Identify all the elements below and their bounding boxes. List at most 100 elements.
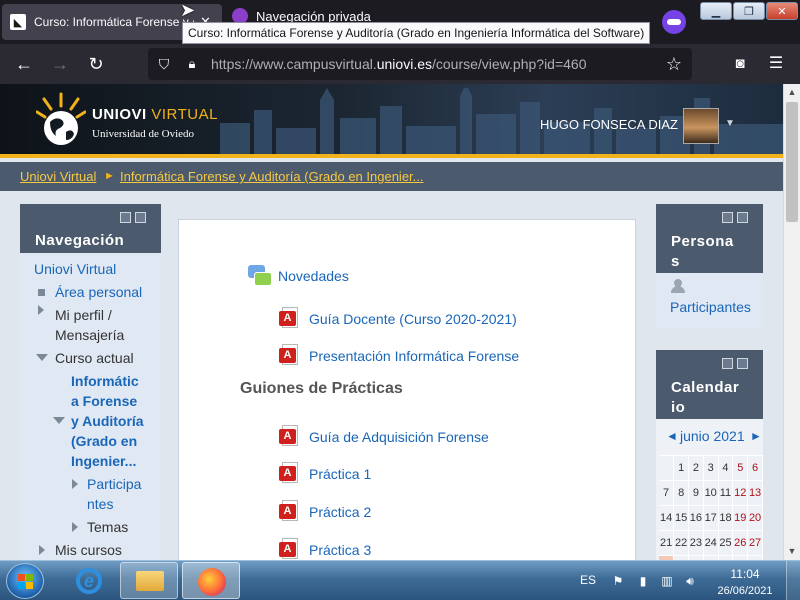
collapse-block-icon[interactable] <box>737 358 748 369</box>
calendar-day[interactable]: 18 <box>718 505 734 531</box>
calendar-day[interactable]: 23 <box>688 530 704 556</box>
calendar-day[interactable]: 20 <box>747 505 763 531</box>
resource-label[interactable]: Presentación Informática Forense <box>309 348 519 364</box>
calendar-day[interactable]: 6 <box>747 455 763 481</box>
calendar-day[interactable]: 3 <box>703 455 719 481</box>
resource-row[interactable]: A Práctica 2 <box>279 500 371 524</box>
site-logo-title[interactable]: UNIOVI VIRTUAL <box>92 106 218 123</box>
forward-arrow-icon[interactable]: → <box>48 52 72 76</box>
nav-item-curso-actual[interactable]: Curso actual <box>55 348 134 368</box>
battery-icon[interactable]: ▮ <box>636 574 650 588</box>
breadcrumb-course-link[interactable]: Informática Forense y Auditoría (Grado e… <box>120 169 424 184</box>
volume-icon[interactable]: 🔊︎ <box>683 574 697 588</box>
calendar-next-month-icon[interactable]: ► <box>750 429 762 443</box>
nav-item-mis-cursos[interactable]: Mis cursos <box>55 540 122 560</box>
resource-label[interactable]: Práctica 1 <box>309 466 371 482</box>
activity-news-forum[interactable]: Novedades <box>248 265 349 287</box>
calendar-day[interactable]: 22 <box>673 530 690 556</box>
collapse-block-icon[interactable] <box>737 212 748 223</box>
calendar-day[interactable]: 11 <box>718 480 734 506</box>
address-bar[interactable]: ⛉ 🔒︎ https://www.campusvirtual.uniovi.es… <box>148 48 692 80</box>
calendar-day[interactable]: 2 <box>688 455 704 481</box>
calendar-prev-month-icon[interactable]: ◄ <box>666 429 678 443</box>
dock-block-icon[interactable] <box>722 358 733 369</box>
expand-arrow-icon[interactable] <box>72 522 78 532</box>
url-text[interactable]: https://www.campusvirtual.uniovi.es/cour… <box>211 56 587 72</box>
nav-item-perfil-line1[interactable]: Mi perfil / <box>55 305 112 325</box>
calendar-day[interactable]: 24 <box>703 530 719 556</box>
reload-icon[interactable]: ↻ <box>84 52 108 76</box>
calendar-day[interactable]: 15 <box>673 505 690 531</box>
resource-row[interactable]: A Presentación Informática Forense <box>279 344 519 368</box>
taskbar-file-explorer[interactable] <box>120 562 178 599</box>
start-button[interactable] <box>6 563 44 599</box>
taskbar-internet-explorer[interactable]: e <box>60 562 118 599</box>
expand-arrow-icon[interactable] <box>72 479 78 489</box>
calendar-month-link[interactable]: junio 2021 <box>680 428 745 444</box>
calendar-day[interactable]: 25 <box>718 530 734 556</box>
show-desktop-button[interactable] <box>786 561 800 600</box>
resource-row[interactable]: A Práctica 1 <box>279 462 371 486</box>
calendar-day[interactable]: 26 <box>732 530 749 556</box>
calendar-day[interactable]: 5 <box>732 455 749 481</box>
resource-row[interactable]: A Práctica 3 <box>279 538 371 560</box>
dock-block-icon[interactable] <box>722 212 733 223</box>
calendar-day[interactable]: 8 <box>673 480 690 506</box>
nav-item-course-line4[interactable]: (Grado en <box>71 431 137 451</box>
action-center-flag-icon[interactable]: ⚑ <box>611 574 625 588</box>
minimize-button[interactable]: ▁ <box>700 2 732 20</box>
network-icon[interactable]: ▥ <box>660 574 674 588</box>
calendar-day[interactable]: 10 <box>703 480 719 506</box>
calendar-day[interactable]: 13 <box>747 480 763 506</box>
nav-item-course-line1[interactable]: Informátic <box>71 371 139 391</box>
calendar-day[interactable]: 4 <box>718 455 734 481</box>
calendar-day[interactable]: 9 <box>688 480 704 506</box>
close-window-button[interactable]: ✕ <box>766 2 798 20</box>
chevron-down-icon[interactable]: ▼ <box>725 118 735 129</box>
breadcrumb-home-link[interactable]: Uniovi Virtual <box>20 169 96 184</box>
activity-label[interactable]: Novedades <box>278 268 349 284</box>
dock-block-icon[interactable] <box>120 212 131 223</box>
bookmark-star-icon[interactable]: ☆ <box>666 54 682 75</box>
resource-label[interactable]: Guía Docente (Curso 2020-2021) <box>309 311 517 327</box>
resource-label[interactable]: Práctica 3 <box>309 542 371 558</box>
calendar-day[interactable]: 12 <box>732 480 749 506</box>
clock-time[interactable]: 11:04 <box>714 567 776 581</box>
maximize-button[interactable]: ❐ <box>733 2 765 20</box>
clock-date[interactable]: 26/06/2021 <box>712 585 778 597</box>
vertical-scrollbar[interactable]: ▲ ▼ <box>783 84 800 560</box>
resource-label[interactable]: Guía de Adquisición Forense <box>309 429 489 445</box>
avatar[interactable] <box>683 108 719 144</box>
nav-item-course-line5[interactable]: Ingenier... <box>71 451 136 471</box>
calendar-day[interactable]: 1 <box>673 455 690 481</box>
nav-item-home[interactable]: Uniovi Virtual <box>34 259 116 279</box>
nav-item-participantes-line1[interactable]: Participa <box>87 474 141 494</box>
collapse-arrow-icon[interactable] <box>36 354 48 361</box>
hamburger-menu-icon[interactable]: ☰ <box>764 52 788 76</box>
calendar-day[interactable]: 16 <box>688 505 704 531</box>
collapse-block-icon[interactable] <box>135 212 146 223</box>
nav-item-perfil-line2[interactable]: Mensajería <box>55 325 124 345</box>
nav-item-course-line3[interactable]: y Auditoría <box>71 411 144 431</box>
scroll-up-icon[interactable]: ▲ <box>784 84 800 101</box>
lock-icon[interactable]: 🔒︎ <box>184 56 200 72</box>
collapse-arrow-icon[interactable] <box>53 417 65 424</box>
calendar-day[interactable]: 21 <box>659 530 675 556</box>
resource-row[interactable]: A Guía de Adquisición Forense <box>279 425 489 449</box>
taskbar-firefox[interactable] <box>182 562 240 599</box>
user-menu-name[interactable]: HUGO FONSECA DIAZ <box>540 117 678 132</box>
tracking-shield-icon[interactable]: ⛉ <box>156 56 172 72</box>
calendar-day[interactable]: 7 <box>659 480 675 506</box>
input-language-indicator[interactable]: ES <box>580 573 596 587</box>
calendar-day[interactable]: 17 <box>703 505 719 531</box>
nav-item-temas[interactable]: Temas <box>87 517 128 537</box>
back-arrow-icon[interactable]: ← <box>12 52 36 76</box>
nav-item-area-personal[interactable]: Área personal <box>55 282 142 302</box>
expand-arrow-icon[interactable] <box>38 305 44 315</box>
calendar-day[interactable]: 14 <box>659 505 675 531</box>
calendar-day[interactable]: 19 <box>732 505 749 531</box>
resource-row[interactable]: A Guía Docente (Curso 2020-2021) <box>279 307 517 331</box>
calendar-day[interactable]: 27 <box>747 530 763 556</box>
nav-item-course-line2[interactable]: a Forense <box>71 391 137 411</box>
participants-link[interactable]: Participantes <box>670 299 751 315</box>
